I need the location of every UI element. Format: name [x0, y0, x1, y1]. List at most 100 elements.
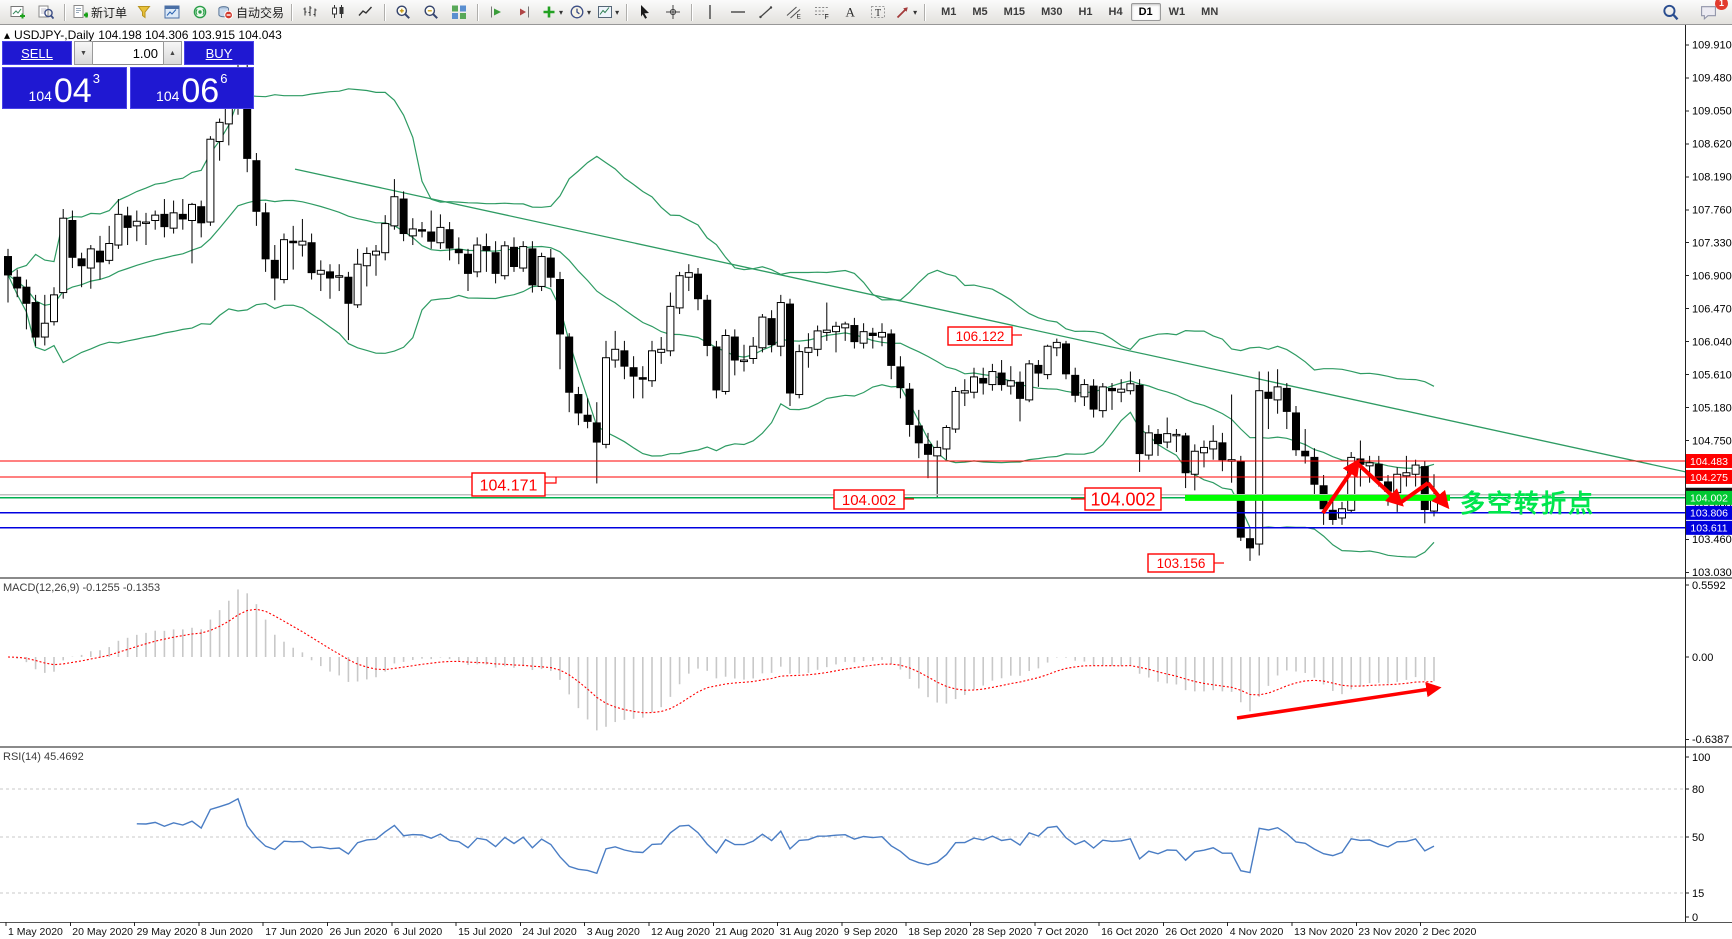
- chart-shift-icon[interactable]: [510, 1, 538, 23]
- price-callout-104.002[interactable]: 104.002: [1071, 488, 1161, 510]
- svg-text:15 Jul 2020: 15 Jul 2020: [458, 926, 512, 938]
- svg-text:108.620: 108.620: [1692, 139, 1732, 151]
- toolbar-separator: [64, 4, 65, 21]
- text-label-icon[interactable]: T: [864, 1, 892, 23]
- notifications-icon[interactable]: 1: [1694, 1, 1722, 23]
- zoom-out-icon[interactable]: [417, 1, 445, 23]
- horizontal-line-icon[interactable]: [724, 1, 752, 23]
- svg-text:A: A: [846, 5, 856, 20]
- new-order-button[interactable]: 新订单: [69, 1, 130, 23]
- svg-text:E: E: [797, 14, 802, 21]
- timeframe-m1[interactable]: M1: [933, 3, 964, 21]
- equidistant-channel-icon[interactable]: E: [780, 1, 808, 23]
- sell-price-big: 04: [54, 78, 92, 105]
- vertical-line-icon[interactable]: [696, 1, 724, 23]
- sell-button[interactable]: SELL: [2, 41, 72, 65]
- sell-price-prefix: 104: [29, 89, 52, 103]
- arrows-icon[interactable]: ▾: [892, 1, 920, 23]
- autotrading-button-label: 自动交易: [236, 4, 284, 21]
- volume-input[interactable]: 1.00: [93, 41, 163, 65]
- svg-text:28 Sep 2020: 28 Sep 2020: [973, 926, 1033, 938]
- svg-text:104.483: 104.483: [1690, 456, 1728, 468]
- oneclick-expand-arrow[interactable]: ▴: [4, 28, 10, 42]
- svg-text:6 Jul 2020: 6 Jul 2020: [394, 926, 443, 938]
- search-icon[interactable]: [1656, 1, 1684, 23]
- svg-text:80: 80: [1692, 784, 1704, 796]
- svg-text:23 Nov 2020: 23 Nov 2020: [1358, 926, 1418, 938]
- svg-text:2 Dec 2020: 2 Dec 2020: [1423, 926, 1477, 938]
- new-chart-icon[interactable]: [4, 1, 32, 23]
- zoom-in-icon[interactable]: [389, 1, 417, 23]
- one-click-trading-panel: SELL ▼ 1.00 ▲ BUY 104 04 3 104 06 6: [2, 41, 254, 109]
- funnel-icon[interactable]: [130, 1, 158, 23]
- svg-text:-0.6387: -0.6387: [1692, 734, 1729, 746]
- svg-text:15: 15: [1692, 888, 1704, 900]
- symbol-info-line: ▴USDJPY-,Daily104.198 104.306 103.915 10…: [4, 28, 286, 42]
- candlestick-style-icon[interactable]: [324, 1, 352, 23]
- svg-text:104.750: 104.750: [1692, 435, 1732, 447]
- price-label-103.611: 103.611: [1686, 521, 1732, 535]
- svg-text:108.190: 108.190: [1692, 172, 1732, 184]
- auto-scroll-icon[interactable]: [482, 1, 510, 23]
- svg-text:100: 100: [1692, 752, 1710, 764]
- timeframe-m30[interactable]: M30: [1033, 3, 1070, 21]
- price-callout-104.002[interactable]: 104.002: [834, 490, 914, 509]
- toolbar-separator: [691, 4, 692, 21]
- timeframe-d1[interactable]: D1: [1131, 3, 1161, 21]
- toolbar-separator: [384, 4, 385, 21]
- svg-text:50: 50: [1692, 832, 1704, 844]
- svg-text:31 Aug 2020: 31 Aug 2020: [780, 926, 839, 938]
- toolbar-separator: [626, 4, 627, 21]
- bar-chart-style-icon[interactable]: [296, 1, 324, 23]
- svg-text:107.330: 107.330: [1692, 238, 1732, 250]
- svg-text:8 Jun 2020: 8 Jun 2020: [201, 926, 253, 938]
- price-label-103.806: 103.806: [1686, 506, 1732, 520]
- chart-area[interactable]: 104.171 106.122 104.002 104.002 103.156 多空转折点…: [0, 25, 1732, 939]
- svg-text:26 Jun 2020: 26 Jun 2020: [330, 926, 388, 938]
- signals-icon[interactable]: [186, 1, 214, 23]
- data-window-icon[interactable]: [32, 1, 60, 23]
- notification-badge: 1: [1715, 0, 1728, 10]
- chart-window[interactable]: 104.171 106.122 104.002 104.002 103.156 多空转折点…: [0, 25, 1732, 939]
- buy-price-display[interactable]: 104 06 6: [130, 67, 255, 109]
- indicators-icon[interactable]: ▾: [538, 1, 566, 23]
- timeframe-mn[interactable]: MN: [1193, 3, 1226, 21]
- svg-text:104.275: 104.275: [1690, 472, 1728, 484]
- buy-button[interactable]: BUY: [184, 41, 254, 65]
- annotation-turning-point[interactable]: 多空转折点: [1460, 489, 1595, 518]
- chart-window-icon[interactable]: [158, 1, 186, 23]
- price-label-104.275: 104.275: [1686, 470, 1732, 484]
- volume-increase-button[interactable]: ▲: [163, 41, 182, 65]
- volume-decrease-button[interactable]: ▼: [74, 41, 93, 65]
- symbol-name: USDJPY-,Daily: [14, 28, 94, 42]
- line-chart-style-icon[interactable]: [352, 1, 380, 23]
- svg-text:16 Oct 2020: 16 Oct 2020: [1101, 926, 1158, 938]
- trendline-icon[interactable]: [752, 1, 780, 23]
- tile-windows-icon[interactable]: [445, 1, 473, 23]
- periods-icon[interactable]: ▾: [566, 1, 594, 23]
- svg-text:0: 0: [1692, 912, 1698, 924]
- price-callout-106.122[interactable]: 106.122: [948, 327, 1022, 345]
- svg-text:103.806: 103.806: [1690, 508, 1728, 520]
- timeframe-group: M1M5M15M30H1H4D1W1MN: [933, 3, 1226, 21]
- cursor-icon[interactable]: [631, 1, 659, 23]
- timeframe-h4[interactable]: H4: [1101, 3, 1131, 21]
- timeframe-w1[interactable]: W1: [1161, 3, 1194, 21]
- crosshair-icon[interactable]: [659, 1, 687, 23]
- svg-text:29 May 2020: 29 May 2020: [137, 926, 198, 938]
- sell-price-display[interactable]: 104 04 3: [2, 67, 127, 109]
- templates-icon[interactable]: ▾: [594, 1, 622, 23]
- timeframe-m5[interactable]: M5: [964, 3, 995, 21]
- autotrading-button[interactable]: 自动交易: [214, 1, 287, 23]
- text-icon[interactable]: A: [836, 1, 864, 23]
- timeframe-h1[interactable]: H1: [1070, 3, 1100, 21]
- svg-text:12 Aug 2020: 12 Aug 2020: [651, 926, 710, 938]
- price-callout-104.171[interactable]: 104.171: [472, 473, 556, 496]
- svg-text:106.470: 106.470: [1692, 303, 1732, 315]
- svg-text:26 Oct 2020: 26 Oct 2020: [1165, 926, 1222, 938]
- timeframe-m15[interactable]: M15: [996, 3, 1033, 21]
- svg-text:105.610: 105.610: [1692, 369, 1732, 381]
- price-callout-103.156[interactable]: 103.156: [1148, 554, 1224, 572]
- fibonacci-icon[interactable]: F: [808, 1, 836, 23]
- svg-text:104.002: 104.002: [842, 492, 896, 509]
